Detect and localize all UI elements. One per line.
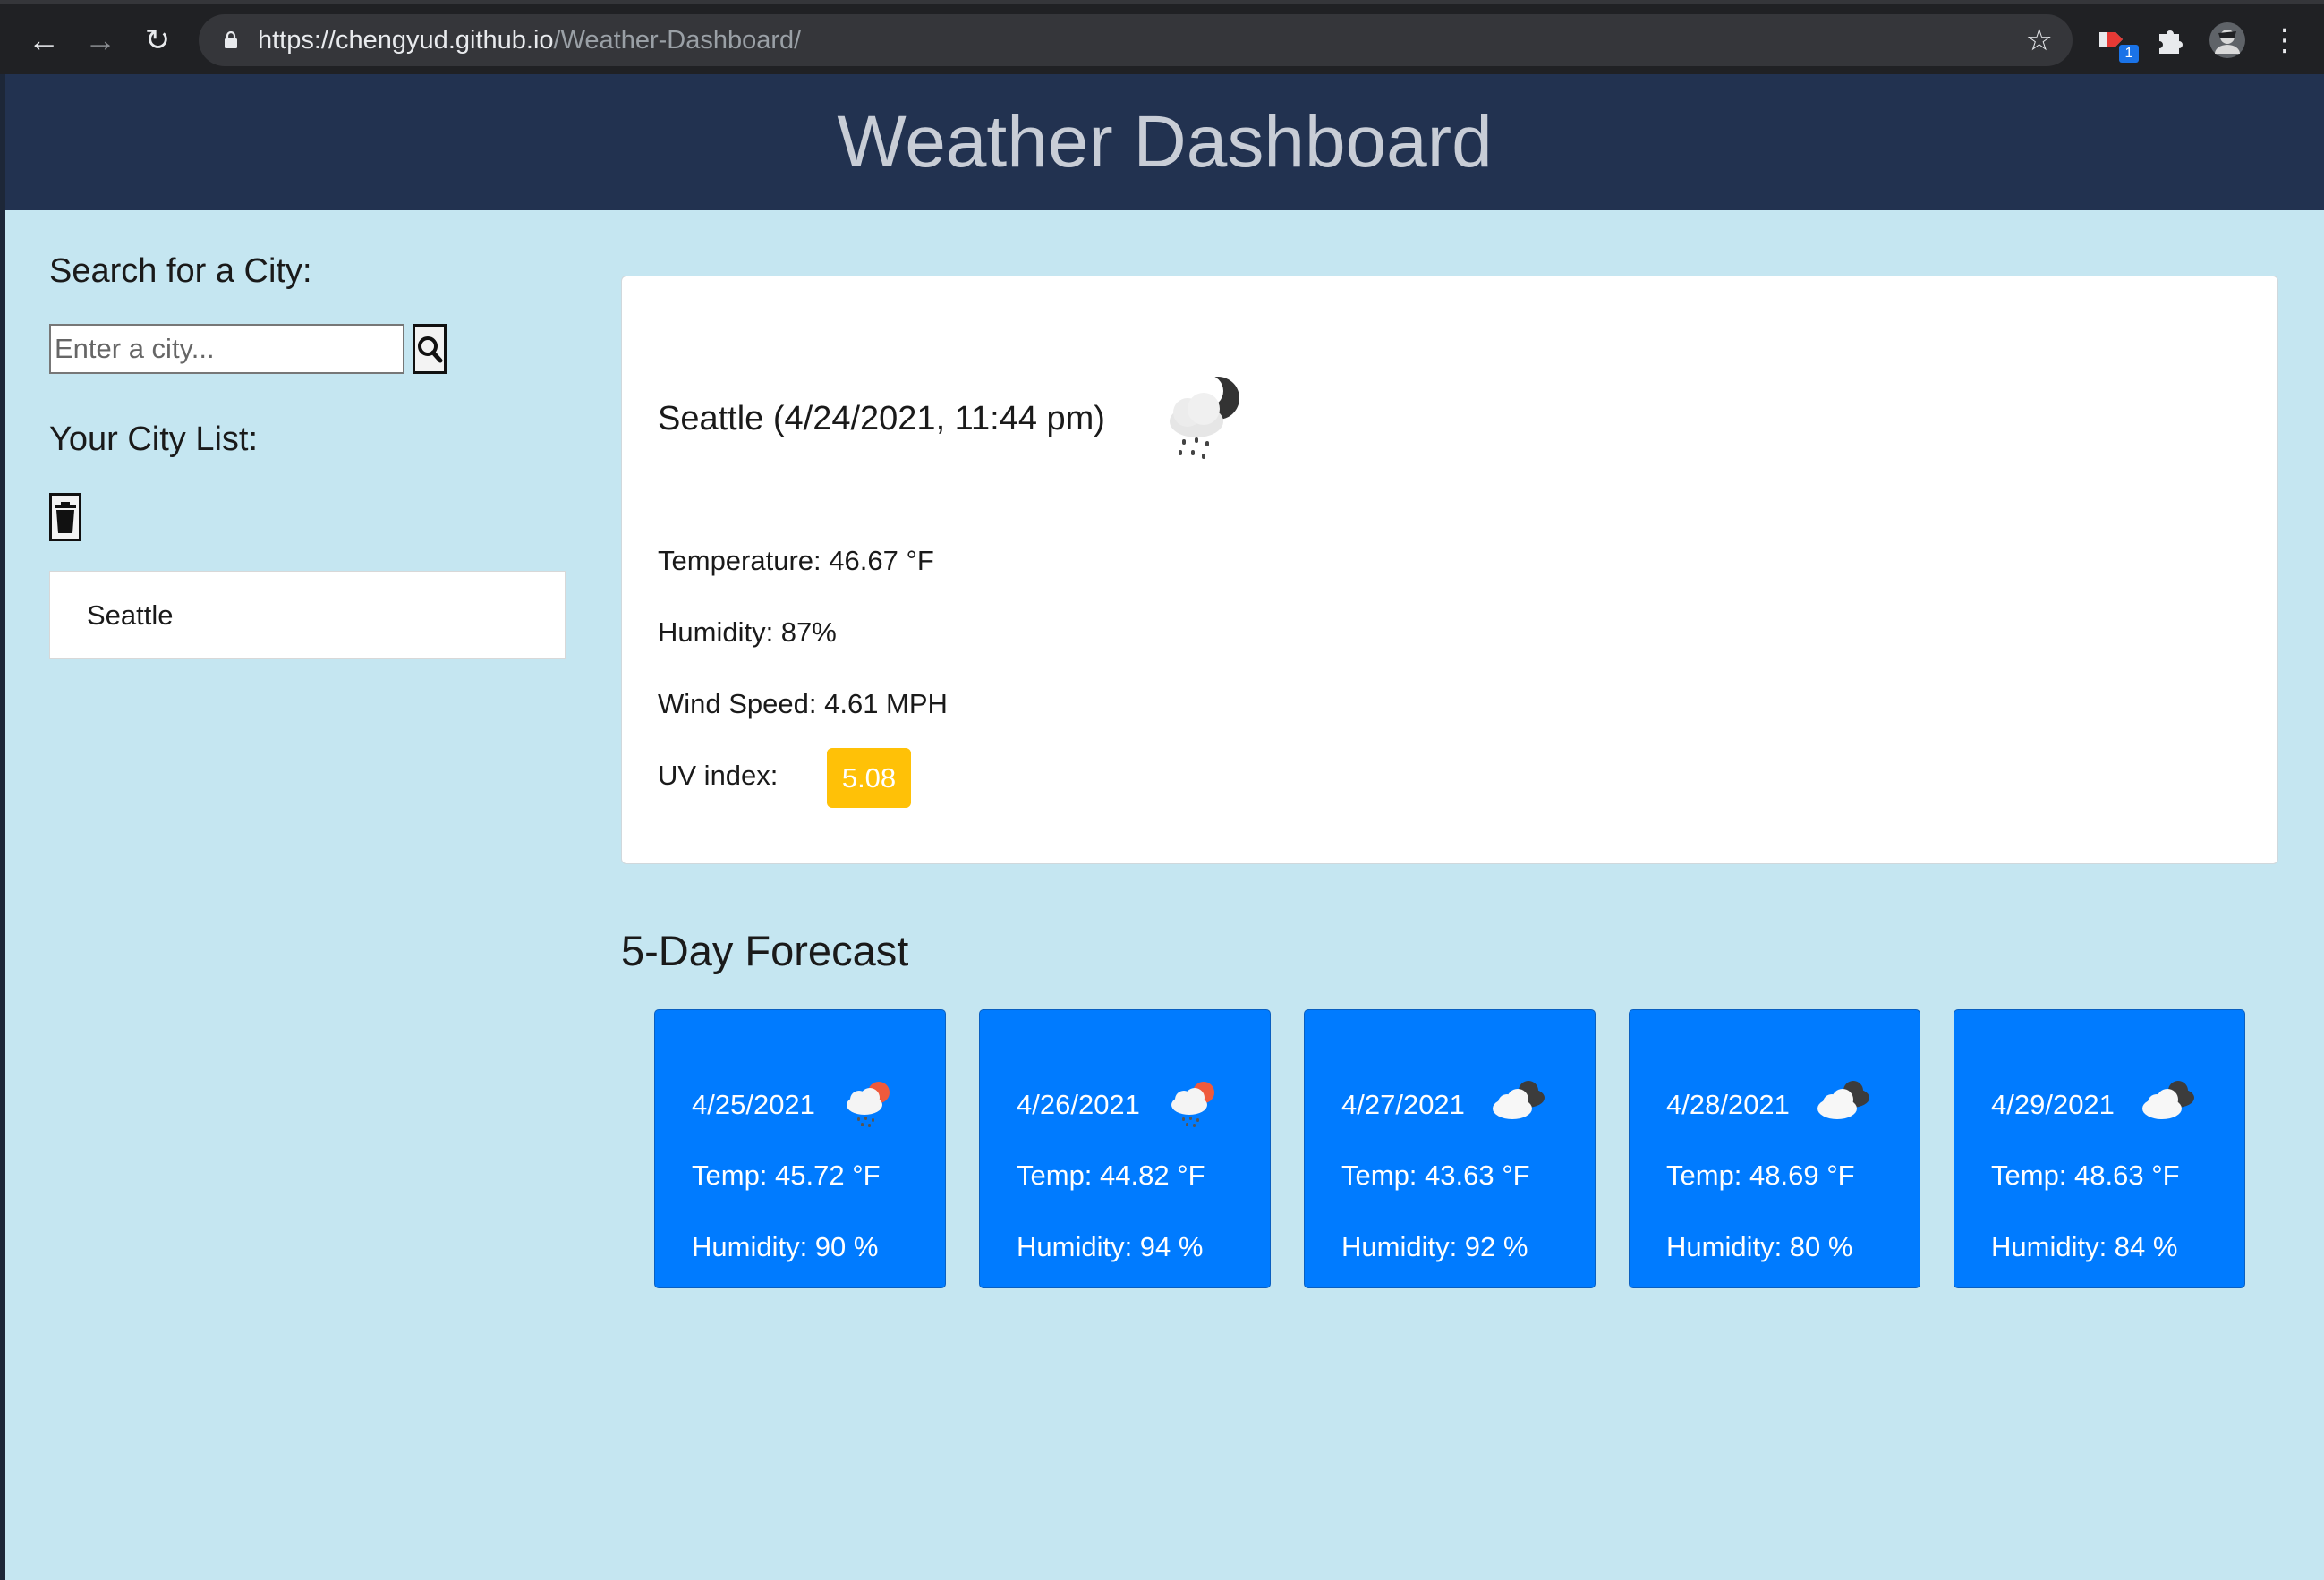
more-menu-icon[interactable]: ⋮ (2264, 20, 2305, 61)
lock-icon (225, 31, 237, 48)
forecast-temp: Temp: 48.69 °F (1666, 1160, 1855, 1191)
current-temperature: Temperature: 46.67 °F (658, 545, 934, 576)
current-wind-speed: Wind Speed: 4.61 MPH (658, 688, 948, 719)
page-header: Weather Dashboard (5, 74, 2324, 210)
city-list-item[interactable]: Seattle (49, 571, 566, 659)
uv-label: UV index: (658, 760, 779, 791)
back-arrow-icon[interactable]: ← (23, 20, 64, 61)
broken-clouds-icon (2142, 1081, 2194, 1119)
trash-icon (55, 502, 76, 533)
forecast-humidity: Humidity: 92 % (1341, 1231, 1528, 1262)
broken-clouds-icon (1493, 1081, 1545, 1119)
forecast-card: 4/26/2021 Temp: 44.82 °F Humidity: 94 % (979, 1009, 1271, 1288)
forecast-card: 4/27/2021 Temp: 43.63 °F Humidity: 92 % (1304, 1009, 1596, 1288)
extension-badge: 1 (2119, 45, 2139, 63)
profile-avatar[interactable] (2207, 20, 2248, 61)
address-bar[interactable]: https://chengyud.github.io/Weather-Dashb… (199, 14, 2073, 66)
current-humidity: Humidity: 87% (658, 616, 837, 648)
forecast-date: 4/25/2021 (692, 1089, 815, 1120)
forward-arrow-icon[interactable]: → (80, 20, 121, 61)
forecast-cards: 4/25/2021 Temp: 45.72 °F Humidity: 90 % … (654, 1009, 2247, 1288)
current-city-title: Seattle (4/24/2021, 11:44 pm) (658, 400, 1105, 437)
page-title: Weather Dashboard (837, 101, 1493, 183)
search-label: Search for a City: (49, 252, 312, 290)
forecast-date: 4/29/2021 (1991, 1089, 2115, 1120)
forecast-temp: Temp: 43.63 °F (1341, 1160, 1530, 1191)
url-path: /Weather-Dashboard/ (553, 26, 802, 55)
forecast-temp: Temp: 48.63 °F (1991, 1160, 2180, 1191)
search-button[interactable] (413, 324, 447, 374)
forecast-title: 5-Day Forecast (621, 927, 909, 974)
bookmark-star-icon[interactable]: ☆ (2026, 21, 2053, 59)
forecast-humidity: Humidity: 90 % (692, 1231, 879, 1262)
current-weather-card: Seattle (4/24/2021, 11:44 pm) Temperatur… (621, 276, 2278, 864)
forecast-date: 4/28/2021 (1666, 1089, 1790, 1120)
uv-badge: 5.08 (827, 748, 911, 808)
clear-list-button[interactable] (49, 493, 81, 541)
tab-strip-edge (0, 0, 2324, 4)
search-icon (418, 336, 443, 363)
forecast-humidity: Humidity: 80 % (1666, 1231, 1853, 1262)
forecast-card: 4/25/2021 Temp: 45.72 °F Humidity: 90 % (654, 1009, 946, 1288)
extension-icon[interactable]: 1 (2094, 20, 2139, 63)
current-uv-row: UV index: 5.08 (658, 748, 911, 808)
forecast-card: 4/28/2021 Temp: 48.69 °F Humidity: 80 % (1629, 1009, 1920, 1288)
forecast-temp: Temp: 44.82 °F (1017, 1160, 1205, 1191)
day-cloud-rain-icon (847, 1082, 890, 1127)
extensions-puzzle-icon[interactable] (2150, 20, 2192, 61)
search-input[interactable] (49, 324, 404, 374)
broken-clouds-icon (1817, 1081, 1869, 1119)
forecast-date: 4/27/2021 (1341, 1089, 1465, 1120)
day-cloud-rain-icon (1171, 1082, 1214, 1127)
forecast-date: 4/26/2021 (1017, 1089, 1140, 1120)
forecast-humidity: Humidity: 94 % (1017, 1231, 1204, 1262)
browser-toolbar: ← → ↻ https://chengyud.github.io/Weather… (0, 0, 2324, 74)
page-left-edge (0, 74, 5, 1580)
night-cloud-rain-icon (1170, 375, 1239, 459)
url-text: https://chengyud.github.io/Weather-Dashb… (258, 14, 801, 66)
url-host: https://chengyud.github.io (258, 26, 554, 55)
forecast-humidity: Humidity: 84 % (1991, 1231, 2178, 1262)
reload-icon[interactable]: ↻ (137, 20, 178, 61)
forecast-card: 4/29/2021 Temp: 48.63 °F Humidity: 84 % (1954, 1009, 2245, 1288)
sidebar: Search for a City: Your City List: Seatt… (49, 251, 568, 659)
forecast-temp: Temp: 45.72 °F (692, 1160, 881, 1191)
city-list-label: Your City List: (49, 420, 259, 458)
